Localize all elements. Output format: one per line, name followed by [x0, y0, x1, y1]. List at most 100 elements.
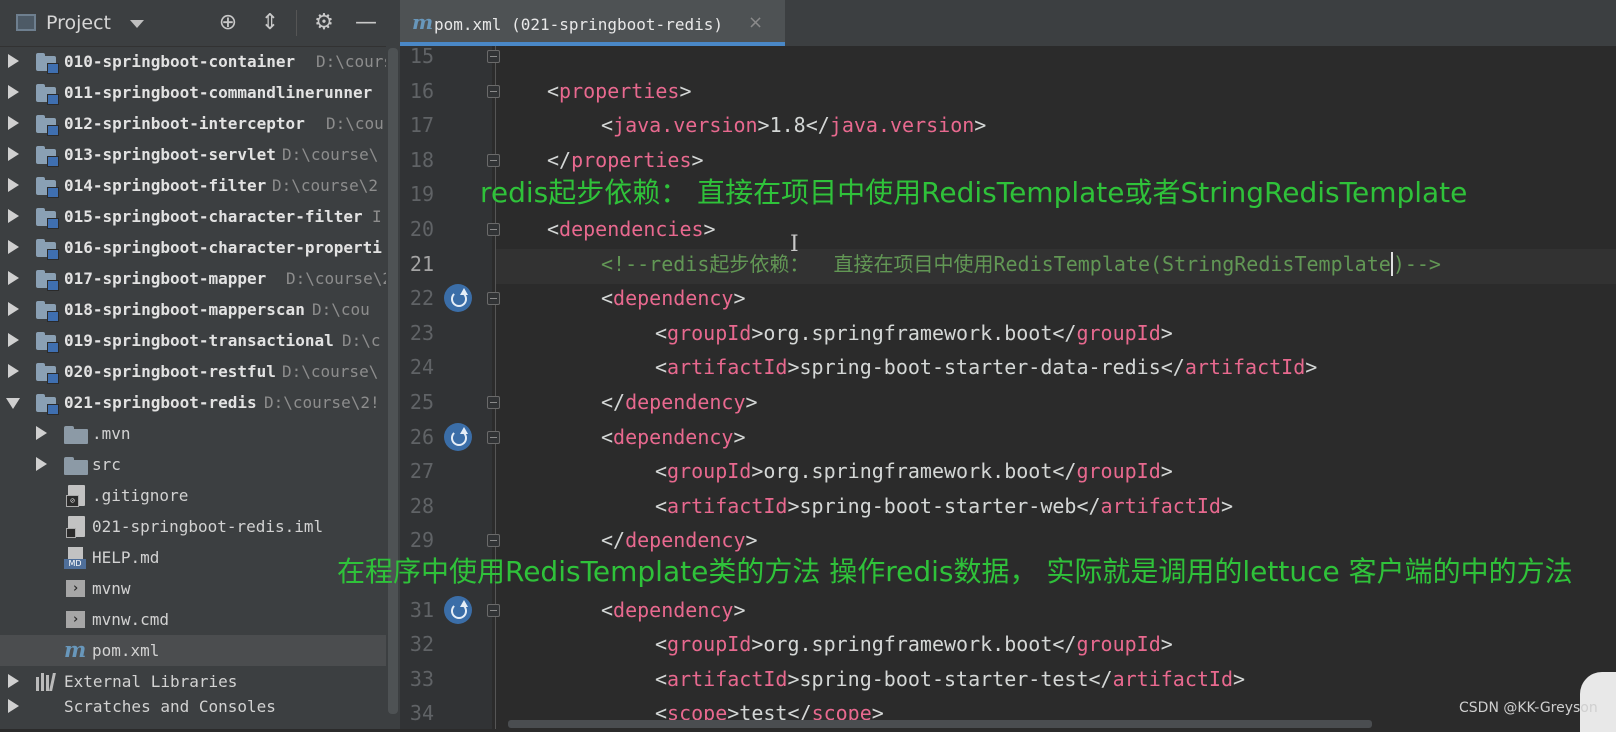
minimize-icon[interactable]: —	[354, 11, 378, 35]
editor-tab-bar: m pom.xml (021-springboot-redis) ×	[400, 0, 1616, 46]
project-scrollbar[interactable]	[386, 46, 400, 729]
fold-marker-icon[interactable]	[487, 534, 500, 548]
module-folder-icon	[36, 176, 59, 198]
line-number: 28	[409, 493, 434, 518]
line-number: 20	[409, 217, 434, 241]
module-name: 011-springboot-commandlinerunner	[64, 83, 373, 102]
fold-marker-icon[interactable]	[487, 292, 500, 306]
xml-line: </dependency>	[601, 390, 758, 414]
chevron-right-icon[interactable]	[8, 178, 19, 192]
tree-row-file[interactable]: .mvn	[0, 418, 400, 449]
file-name: mvnw	[92, 579, 131, 598]
maven-dependency-icon[interactable]	[444, 595, 472, 624]
close-icon[interactable]: ×	[748, 12, 763, 33]
tree-row-module[interactable]: 010-springboot-container D:\cours	[0, 46, 400, 77]
chevron-right-icon[interactable]	[8, 271, 19, 285]
fold-marker-icon[interactable]	[487, 50, 500, 63]
chevron-right-icon[interactable]	[8, 333, 19, 347]
chevron-right-icon[interactable]	[8, 364, 19, 378]
tree-row-module[interactable]: 014-springboot-filter D:\course\2	[0, 170, 400, 201]
chevron-right-icon[interactable]	[8, 240, 19, 254]
chevron-right-icon[interactable]	[8, 209, 19, 223]
line-number: 25	[409, 390, 434, 414]
xml-line: <groupId>org.springframework.boot</group…	[655, 459, 1173, 484]
external-libraries-label: External Libraries	[64, 672, 238, 691]
editor-horizontal-scrollbar[interactable]	[508, 720, 1372, 728]
maven-dependency-icon[interactable]	[444, 422, 472, 451]
project-view-selector[interactable]: Project	[46, 12, 111, 34]
tree-row-module[interactable]: 018-springboot-mapperscan D:\cou	[0, 294, 400, 325]
fold-marker-icon[interactable]	[487, 396, 500, 409]
tree-row-module[interactable]: 015-springboot-character-filter I	[0, 201, 400, 232]
tree-row-module[interactable]: 017-springboot-mapper D:\course\2	[0, 263, 400, 294]
module-name: 018-springboot-mapperscan	[64, 300, 305, 319]
crosshair-icon[interactable]: ⊕	[216, 11, 240, 35]
xml-line: </dependency>	[601, 528, 758, 553]
xml-line: <dependency>	[601, 424, 746, 449]
chevron-right-icon[interactable]	[8, 302, 19, 316]
module-folder-icon	[36, 114, 59, 136]
chevron-right-icon[interactable]	[8, 116, 19, 130]
chevron-right-icon[interactable]	[8, 699, 19, 713]
line-number: 21	[409, 251, 434, 276]
module-path: D:\c	[342, 331, 381, 350]
tree-row-file[interactable]: src	[0, 449, 400, 480]
fold-marker-icon[interactable]	[487, 603, 500, 617]
tree-row-module[interactable]: 021-springboot-redis D:\course\2!	[0, 387, 400, 418]
chevron-down-icon[interactable]	[130, 20, 144, 28]
maven-file-icon: m	[64, 637, 87, 662]
line-number: 34	[409, 701, 434, 726]
module-name: 010-springboot-container	[64, 52, 296, 71]
fold-marker-icon[interactable]	[487, 153, 500, 167]
line-number: 22	[409, 286, 434, 311]
chevron-right-icon[interactable]	[8, 674, 19, 688]
tree-row-module[interactable]: 011-springboot-commandlinerunner	[0, 77, 400, 108]
xml-line: <java.version>1.8</java.version>	[601, 113, 987, 138]
tree-row-file[interactable]: › mvnw.cmd	[0, 604, 400, 635]
project-panel: Project ⊕ ⇕ ⚙ — 010-springboot-container…	[0, 0, 400, 729]
shell-script-icon: ›	[66, 580, 85, 597]
chevron-right-icon[interactable]	[8, 54, 19, 68]
gear-icon[interactable]: ⚙	[312, 11, 336, 35]
tree-row-scratches[interactable]: Scratches and Consoles	[0, 691, 400, 722]
fold-marker-icon[interactable]	[487, 84, 500, 98]
xml-comment: <!--redis起步依赖： 直接在项目中使用RedisTemplate(Str…	[601, 251, 1441, 276]
tree-row-module[interactable]: 013-springboot-servlet D:\course\	[0, 139, 400, 170]
line-number: 27	[409, 459, 434, 484]
chevron-right-icon[interactable]	[36, 457, 47, 471]
chevron-right-icon[interactable]	[8, 85, 19, 99]
line-number: 19	[409, 182, 434, 207]
tree-row-module[interactable]: 020-springboot-restful D:\course\	[0, 356, 400, 387]
xml-line: <artifactId>spring-boot-starter-web</art…	[655, 493, 1234, 518]
line-number: 15	[409, 44, 434, 68]
gitignore-file-icon: ⊘	[66, 485, 85, 507]
module-folder-icon	[36, 331, 59, 353]
line-number: 24	[409, 355, 434, 380]
module-path: D:\course\2!	[264, 393, 380, 412]
line-number: 23	[409, 320, 434, 345]
tree-row-module[interactable]: 012-sprinboot-interceptor D:\cou	[0, 108, 400, 139]
module-name: 017-springboot-mapper	[64, 269, 267, 288]
tree-row-file[interactable]: ⊘ .gitignore	[0, 480, 400, 511]
tab-pom-xml[interactable]: m pom.xml (021-springboot-redis) ×	[400, 0, 785, 46]
maven-dependency-icon[interactable]	[444, 284, 472, 313]
chevron-right-icon[interactable]	[36, 426, 47, 440]
module-name: 013-springboot-servlet	[64, 145, 276, 164]
mouse-ibeam-icon: I	[790, 232, 799, 257]
chevron-right-icon[interactable]	[8, 147, 19, 161]
file-name: pom.xml	[92, 641, 160, 660]
xml-line: <dependencies>	[547, 217, 716, 241]
module-path: D:\cou	[326, 114, 384, 133]
tree-row-file[interactable]: 021-springboot-redis.iml	[0, 511, 400, 542]
chevron-down-icon[interactable]	[6, 398, 20, 409]
tree-row-module[interactable]: 016-springboot-character-properti	[0, 232, 400, 263]
module-path: D:\cours	[316, 52, 394, 71]
tree-row-file[interactable]: m pom.xml	[0, 635, 400, 666]
line-number: 26	[409, 424, 434, 449]
fold-marker-icon[interactable]	[487, 223, 500, 236]
fold-marker-icon[interactable]	[487, 430, 500, 444]
module-name: 021-springboot-redis	[64, 393, 257, 412]
tree-row-module[interactable]: 019-springboot-transactional D:\c	[0, 325, 400, 356]
file-name: src	[92, 455, 121, 474]
collapse-all-icon[interactable]: ⇕	[258, 11, 282, 35]
